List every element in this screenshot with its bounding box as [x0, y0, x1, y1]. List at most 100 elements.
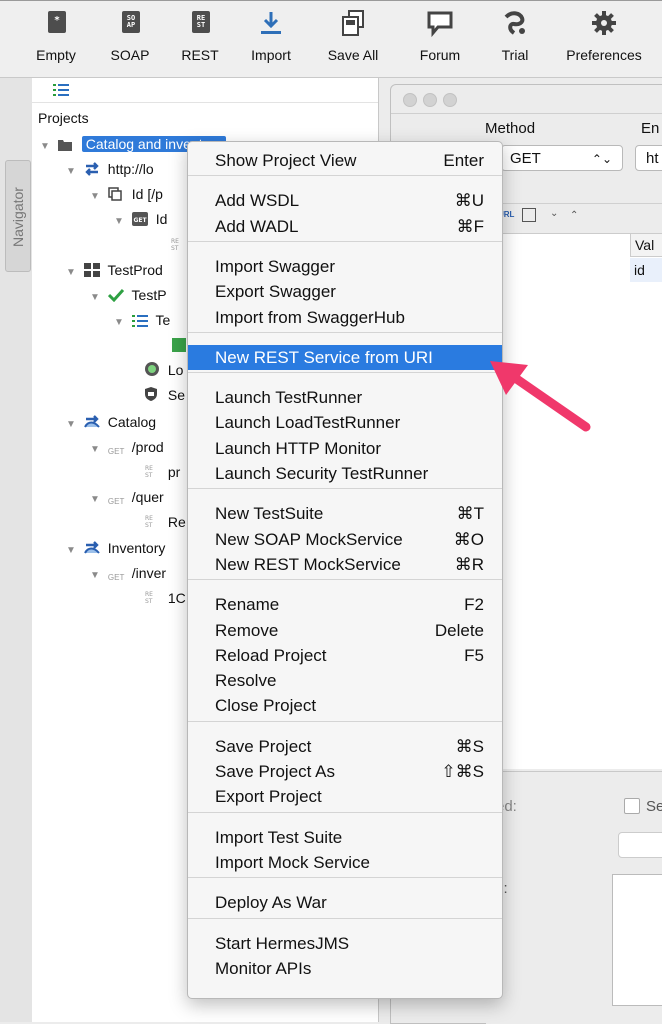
- preferences-button[interactable]: Preferences: [560, 9, 648, 63]
- rest-button[interactable]: RE ST REST: [174, 9, 226, 63]
- import-button[interactable]: Import: [244, 9, 298, 63]
- expand-triangle-icon[interactable]: ▼: [66, 262, 80, 284]
- text-area[interactable]: [612, 874, 662, 1006]
- menu-item-show-project-view[interactable]: Show Project View Enter: [188, 148, 502, 173]
- expand-triangle-icon[interactable]: ▼: [114, 211, 128, 233]
- menu-item-save-project-as[interactable]: Save Project As ⇧⌘S: [188, 759, 502, 784]
- menu-item-launch-testrunner[interactable]: Launch TestRunner: [188, 385, 502, 410]
- menu-item-deploy-as-war[interactable]: Deploy As War: [188, 890, 502, 915]
- menu-item-import-from-swaggerhub[interactable]: Import from SwaggerHub: [188, 305, 502, 330]
- menu-item-add-wadl[interactable]: Add WADL ⌘F: [188, 214, 502, 239]
- tree-node[interactable]: ▼ Inventory: [66, 537, 165, 559]
- svg-text:RE: RE: [145, 591, 153, 598]
- menu-item-save-project[interactable]: Save Project ⌘S: [188, 734, 502, 759]
- chevron-down-icon[interactable]: ⌄: [550, 208, 558, 219]
- navigator-strip: Navigator: [0, 78, 33, 1022]
- menu-item-shortcut: ⌘T: [456, 504, 484, 524]
- tree-view-icon[interactable]: [53, 83, 69, 96]
- menu-item-export-project[interactable]: Export Project: [188, 784, 502, 809]
- tree-node[interactable]: ▼ GET /prod: [90, 436, 164, 458]
- menu-item-add-wsdl[interactable]: Add WSDL ⌘U: [188, 188, 502, 213]
- tree-toolbar: [32, 78, 378, 103]
- text-field[interactable]: [618, 832, 662, 858]
- expand-triangle-icon[interactable]: ▼: [90, 287, 104, 309]
- menu-item-rename[interactable]: Rename F2: [188, 592, 502, 617]
- menu-item-export-swagger[interactable]: Export Swagger: [188, 279, 502, 304]
- method-select[interactable]: GET ⌃⌄: [501, 145, 623, 171]
- tree-node[interactable]: Se: [144, 384, 185, 406]
- rest-request-icon: RE ST: [144, 463, 160, 479]
- svg-text:RE: RE: [171, 238, 179, 245]
- menu-item-label: Launch TestRunner: [215, 388, 363, 408]
- chevron-up-icon[interactable]: ⌃: [570, 210, 578, 221]
- menu-item-reload-project[interactable]: Reload Project F5: [188, 643, 502, 668]
- menu-item-label: Add WADL: [215, 216, 299, 236]
- get-method-icon: GET: [107, 447, 125, 456]
- tree-node[interactable]: ▼ Catalog: [66, 411, 156, 433]
- expand-triangle-icon[interactable]: ▼: [66, 540, 80, 562]
- menu-item-label: Rename: [215, 595, 280, 615]
- menu-item-import-mock-service[interactable]: Import Mock Service: [188, 850, 502, 875]
- expand-triangle-icon[interactable]: ▼: [90, 439, 104, 461]
- menu-item-start-hermesjms[interactable]: Start HermesJMS: [188, 931, 502, 956]
- menu-item-label: Add WSDL: [215, 191, 300, 211]
- menu-separator: [188, 372, 502, 374]
- tree-node[interactable]: RE ST pr: [144, 461, 180, 483]
- forum-icon: [425, 9, 455, 39]
- menu-item-launch-security-testrunner[interactable]: Launch Security TestRunner: [188, 461, 502, 486]
- menu-item-resolve[interactable]: Resolve: [188, 668, 502, 693]
- expand-triangle-icon[interactable]: ▼: [90, 186, 104, 208]
- tree-node[interactable]: ▼ Id [/p: [90, 183, 163, 205]
- menu-item-import-test-suite[interactable]: Import Test Suite: [188, 825, 502, 850]
- menu-item-remove[interactable]: Remove Delete: [188, 618, 502, 643]
- tree-node[interactable]: ▼ GET /quer: [90, 486, 164, 508]
- expand-triangle-icon[interactable]: ▼: [40, 136, 54, 158]
- rest-service-icon: [83, 413, 100, 428]
- tree-node[interactable]: Lo: [144, 359, 183, 381]
- menu-item-label: Import Test Suite: [215, 827, 343, 847]
- menu-item-monitor-apis[interactable]: Monitor APIs: [188, 956, 502, 981]
- menu-item-new-rest-service-from-uri[interactable]: New REST Service from URI: [188, 344, 502, 370]
- soap-icon: SO AP: [115, 9, 145, 39]
- menu-item-new-rest-mockservice[interactable]: New REST MockService ⌘R: [188, 552, 502, 577]
- menu-item-shortcut: ⌘S: [455, 736, 484, 756]
- save-all-button[interactable]: Save All: [322, 9, 384, 63]
- expand-triangle-icon[interactable]: ▼: [66, 414, 80, 436]
- menu-item-label: New REST MockService: [215, 554, 401, 574]
- menu-separator: [188, 488, 502, 490]
- expand-triangle-icon[interactable]: ▼: [114, 312, 128, 334]
- menu-item-launch-http-monitor[interactable]: Launch HTTP Monitor: [188, 436, 502, 461]
- tree-node[interactable]: ▼ TestP: [90, 284, 167, 306]
- menu-separator: [188, 579, 502, 581]
- tree-node[interactable]: ▼ GET Id: [114, 208, 167, 230]
- expand-triangle-icon[interactable]: ▼: [66, 161, 80, 183]
- tree-node[interactable]: RE ST 1C: [144, 587, 186, 609]
- window-zoom-button[interactable]: [443, 93, 457, 107]
- tree-node[interactable]: ▼ TestProd: [66, 259, 163, 281]
- expand-triangle-icon[interactable]: ▼: [90, 489, 104, 511]
- navigator-tab[interactable]: Navigator: [5, 160, 31, 272]
- menu-item-launch-loadtestrunner[interactable]: Launch LoadTestRunner: [188, 410, 502, 435]
- tree-node[interactable]: RE ST Re: [144, 511, 186, 533]
- menu-item-new-soap-mockservice[interactable]: New SOAP MockService ⌘O: [188, 527, 502, 552]
- param-value-cell[interactable]: id: [630, 258, 662, 282]
- soap-button[interactable]: SO AP SOAP: [104, 9, 156, 63]
- method-label: Method: [485, 120, 536, 137]
- menu-item-new-testsuite[interactable]: New TestSuite ⌘T: [188, 501, 502, 526]
- forum-button[interactable]: Forum: [412, 9, 468, 63]
- checkbox[interactable]: [624, 798, 640, 814]
- tree-node[interactable]: ▼ Te: [114, 309, 170, 331]
- trial-button[interactable]: Trial: [490, 9, 540, 63]
- tree-node[interactable]: ▼ GET /inver: [90, 562, 166, 584]
- folder-icon: [57, 135, 74, 151]
- menu-item-close-project[interactable]: Close Project: [188, 693, 502, 718]
- tree-node[interactable]: ▼ http://lo: [66, 158, 154, 180]
- window-close-button[interactable]: [403, 93, 417, 107]
- expand-triangle-icon[interactable]: ▼: [90, 565, 104, 587]
- menu-item-shortcut: ⌘F: [456, 216, 484, 236]
- window-minimize-button[interactable]: [423, 93, 437, 107]
- endpoint-input[interactable]: ht: [635, 145, 662, 171]
- refresh-icon[interactable]: [522, 208, 536, 222]
- empty-button[interactable]: * Empty: [30, 9, 82, 63]
- menu-item-import-swagger[interactable]: Import Swagger: [188, 254, 502, 279]
